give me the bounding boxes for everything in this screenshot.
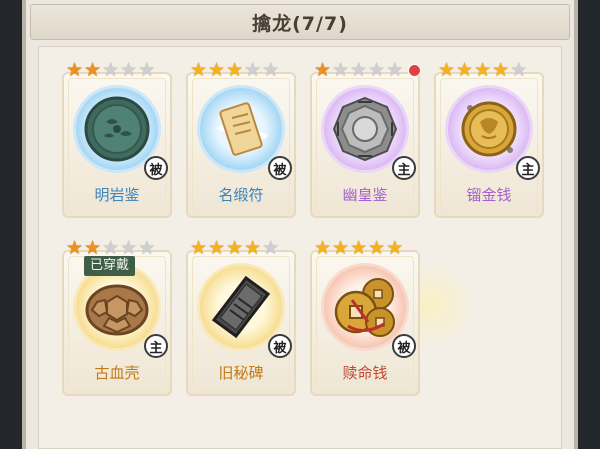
- item-name: 明岩鉴: [94, 186, 140, 204]
- star-filled-icon: ★: [350, 237, 368, 259]
- bagua-mirror-icon: [324, 88, 406, 170]
- passive-badge: 被: [392, 334, 416, 358]
- star-empty-icon: ★: [262, 237, 280, 259]
- star-filled-icon: ★: [190, 59, 208, 81]
- star-filled-icon: ★: [226, 59, 244, 81]
- passive-badge: 被: [268, 334, 292, 358]
- star-empty-icon: ★: [138, 237, 156, 259]
- star-filled-icon: ★: [226, 237, 244, 259]
- page-title: 擒龙(7/7): [252, 12, 348, 35]
- stone-tablet-icon: [200, 266, 282, 348]
- star-filled-icon: ★: [208, 237, 226, 259]
- item-card-mingyanjian[interactable]: ★ ★ ★ ★ ★ 被 明岩鉴: [62, 58, 172, 218]
- passive-badge: 被: [144, 156, 168, 180]
- star-filled-icon: ★: [66, 59, 84, 81]
- active-badge: 主: [516, 156, 540, 180]
- star-filled-icon: ★: [492, 59, 510, 81]
- star-filled-icon: ★: [84, 59, 102, 81]
- star-empty-icon: ★: [262, 59, 280, 81]
- star-rating: ★ ★ ★ ★ ★: [314, 238, 403, 260]
- star-filled-icon: ★: [190, 237, 208, 259]
- star-empty-icon: ★: [510, 59, 528, 81]
- item-card-jiumibei[interactable]: ★ ★ ★ ★ ★ 被 旧秘碑: [186, 236, 296, 396]
- item-name: 赎命钱: [342, 364, 388, 382]
- item-name: 幽皇鉴: [342, 186, 388, 204]
- item-name: 镏金钱: [466, 186, 512, 204]
- star-rating: ★ ★ ★ ★ ★: [66, 60, 155, 82]
- equipped-label: 已穿戴: [84, 256, 136, 276]
- star-filled-icon: ★: [314, 59, 332, 81]
- star-empty-icon: ★: [138, 59, 156, 81]
- star-filled-icon: ★: [208, 59, 226, 81]
- jade-mirror-icon: [76, 88, 158, 170]
- item-card-guxueke[interactable]: ★ ★ ★ ★ ★ 已穿戴 主 古血壳: [62, 236, 172, 396]
- item-card-liujinqian[interactable]: ★ ★ ★ ★ ★ 主 镏金钱: [434, 58, 544, 218]
- star-filled-icon: ★: [438, 59, 456, 81]
- active-badge: 主: [144, 334, 168, 358]
- gold-coin-icon: [448, 88, 530, 170]
- star-filled-icon: ★: [66, 237, 84, 259]
- item-name: 旧秘碑: [218, 364, 264, 382]
- star-empty-icon: ★: [350, 59, 368, 81]
- item-card-mingduanfu[interactable]: ★ ★ ★ ★ ★ 被 名缎符: [186, 58, 296, 218]
- star-rating: ★ ★ ★ ★ ★: [438, 60, 527, 82]
- turtle-shell-icon: [76, 266, 158, 348]
- notification-dot: [408, 64, 421, 77]
- star-filled-icon: ★: [368, 237, 386, 259]
- star-filled-icon: ★: [386, 237, 404, 259]
- star-empty-icon: ★: [102, 59, 120, 81]
- star-filled-icon: ★: [332, 237, 350, 259]
- star-filled-icon: ★: [244, 237, 262, 259]
- star-filled-icon: ★: [474, 59, 492, 81]
- item-name: 名缎符: [218, 186, 264, 204]
- item-card-shumingqian[interactable]: ★ ★ ★ ★ ★ 被 赎命钱: [310, 236, 420, 396]
- red-coins-icon: [324, 266, 406, 348]
- star-empty-icon: ★: [332, 59, 350, 81]
- star-filled-icon: ★: [456, 59, 474, 81]
- star-empty-icon: ★: [244, 59, 262, 81]
- item-name: 古血壳: [94, 364, 140, 382]
- active-badge: 主: [392, 156, 416, 180]
- star-empty-icon: ★: [120, 59, 138, 81]
- star-empty-icon: ★: [368, 59, 386, 81]
- star-rating: ★ ★ ★ ★ ★: [190, 238, 279, 260]
- star-empty-icon: ★: [386, 59, 404, 81]
- item-card-youhuangjian[interactable]: ★ ★ ★ ★ ★ 主 幽皇鉴: [310, 58, 421, 218]
- title-bar: 擒龙(7/7): [30, 4, 570, 40]
- star-rating: ★ ★ ★ ★ ★: [190, 60, 279, 82]
- passive-badge: 被: [268, 156, 292, 180]
- scroll-talisman-icon: [200, 88, 282, 170]
- star-filled-icon: ★: [314, 237, 332, 259]
- star-rating: ★ ★ ★ ★ ★: [314, 60, 403, 82]
